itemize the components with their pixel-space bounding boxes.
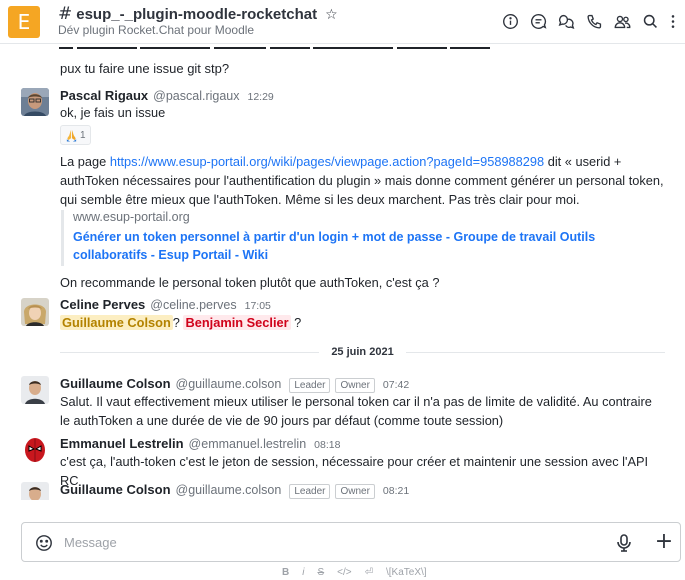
avatar[interactable] (21, 298, 49, 326)
emoji-picker-icon[interactable] (35, 534, 53, 552)
room-header: E # esup_-_plugin-moodle-rocketchat ☆ Dé… (0, 0, 685, 44)
mention-separator: ? (290, 315, 302, 330)
message-composer: + (21, 522, 681, 562)
message-text: ok, je fais un issue (60, 105, 166, 120)
preview-title-link[interactable]: Générer un token personnel à partir d'un… (73, 228, 651, 264)
katex-button[interactable]: \[KaTeX\] (386, 567, 427, 578)
header-toolbar (501, 12, 677, 30)
author-handle: @guillaume.colson (175, 483, 282, 497)
author-name[interactable]: Emmanuel Lestrelin (60, 436, 184, 451)
pray-emoji-icon (66, 129, 77, 142)
avatar[interactable] (21, 482, 49, 500)
discussion-icon[interactable] (557, 12, 575, 30)
message-input[interactable] (64, 532, 584, 552)
role-badge: Leader (289, 378, 331, 393)
info-icon[interactable] (501, 12, 519, 30)
author-handle: @pascal.rigaux (153, 89, 240, 103)
message-text: On recommande le personal token plutôt q… (60, 275, 440, 290)
user-mention[interactable]: Guillaume Colson (60, 315, 173, 330)
author-handle: @guillaume.colson (175, 377, 282, 391)
author-name[interactable]: Guillaume Colson (60, 376, 171, 391)
message-header: Guillaume Colson @guillaume.colson Leade… (60, 376, 409, 393)
mention-separator: ? (172, 315, 184, 330)
threads-icon[interactable] (529, 12, 547, 30)
message-header: Pascal Rigaux @pascal.rigaux 12:29 (60, 88, 274, 103)
day-divider-label: 25 juin 2021 (331, 346, 394, 358)
room-title-row: # esup_-_plugin-moodle-rocketchat ☆ (58, 4, 338, 24)
avatar[interactable] (21, 88, 49, 116)
room-name[interactable]: esup_-_plugin-moodle-rocketchat (76, 6, 317, 23)
message-text: pux tu faire une issue git stp? (60, 61, 230, 76)
author-name[interactable]: Celine Perves (60, 297, 145, 312)
strike-button[interactable]: S (317, 567, 324, 578)
message-text: Guillaume Colson? Benjamin Seclier ? (60, 313, 665, 332)
day-divider: 25 juin 2021 (60, 345, 665, 359)
search-icon[interactable] (641, 12, 659, 30)
room-topic: Dév plugin Rocket.Chat pour Moodle (58, 23, 255, 37)
italic-button[interactable]: i (302, 567, 304, 578)
code-button[interactable]: </> (337, 567, 351, 578)
role-badge: Owner (335, 484, 375, 499)
avatar[interactable] (21, 376, 49, 404)
kebab-icon[interactable] (669, 12, 677, 30)
microphone-icon[interactable] (615, 533, 633, 553)
message-time: 17:05 (244, 300, 271, 312)
bold-button[interactable]: B (282, 567, 289, 578)
user-mention[interactable]: Benjamin Seclier (183, 315, 291, 330)
role-badge: Owner (335, 378, 375, 393)
channel-hash-icon: # (58, 4, 73, 24)
author-handle: @celine.perves (150, 298, 237, 312)
room-avatar[interactable]: E (8, 6, 40, 38)
message-list[interactable]: pux tu faire une issue git stp? Pascal R… (0, 44, 685, 500)
link-preview: www.esup-portail.org Générer un token pe… (61, 210, 651, 266)
message-text: Salut. Il vaut effectivement mieux utili… (60, 394, 652, 428)
author-name[interactable]: Pascal Rigaux (60, 88, 148, 103)
message-time: 08:21 (382, 485, 410, 497)
room-avatar-initial: E (17, 10, 31, 34)
role-badge: Leader (289, 484, 331, 499)
multiline-button[interactable]: ⏎ (365, 567, 373, 578)
message-time: 07:42 (382, 379, 410, 391)
message-header: Emmanuel Lestrelin @emmanuel.lestrelin 0… (60, 436, 340, 451)
avatar[interactable] (21, 436, 49, 464)
author-name[interactable]: Guillaume Colson (60, 482, 171, 497)
message-time: 08:18 (314, 439, 341, 451)
author-handle: @emmanuel.lestrelin (188, 437, 307, 451)
members-icon[interactable] (613, 12, 631, 30)
favorite-star-icon[interactable]: ☆ (325, 6, 338, 23)
formatting-toolbar: B i S </> ⏎ \[KaTeX\] (282, 567, 427, 578)
message-header: Guillaume Colson @guillaume.colson Leade… (60, 482, 409, 499)
message-time: 12:29 (247, 91, 274, 103)
message-header: Celine Perves @celine.perves 17:05 (60, 297, 271, 312)
call-icon[interactable] (585, 12, 603, 30)
reaction-chip[interactable]: 1 (60, 125, 91, 145)
wiki-link[interactable]: https://www.esup-portail.org/wiki/pages/… (110, 154, 544, 169)
message-paragraph: La page https://www.esup-portail.org/wik… (60, 152, 665, 209)
paragraph-prefix: La page (60, 154, 110, 169)
clipped-message-line (59, 44, 491, 49)
preview-host: www.esup-portail.org (73, 210, 190, 224)
add-attachment-icon[interactable]: + (654, 531, 674, 553)
reaction-count: 1 (80, 129, 86, 141)
